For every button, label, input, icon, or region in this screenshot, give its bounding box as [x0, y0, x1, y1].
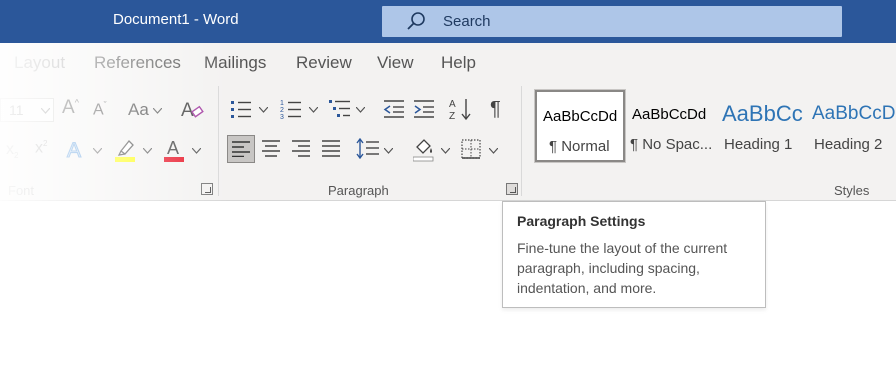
show-formatting-marks-icon[interactable]: ¶: [490, 99, 501, 119]
chevron-down-icon: [153, 108, 162, 114]
style-preview: AaBbCcDd: [632, 106, 707, 123]
tab-layout[interactable]: Layout: [14, 53, 65, 73]
tab-references[interactable]: References: [94, 53, 181, 73]
styles-group-label: Styles: [834, 183, 870, 198]
svg-text:Z: Z: [449, 111, 455, 121]
style-caption: ¶ Normal: [549, 138, 610, 155]
bullets-icon[interactable]: [230, 99, 252, 119]
svg-text:2: 2: [280, 107, 284, 114]
group-divider: [521, 86, 522, 196]
style-heading-2[interactable]: AaBbCcD Heading 2: [806, 90, 896, 162]
style-heading-1[interactable]: AaBbCc Heading 1: [716, 90, 806, 162]
tab-help[interactable]: Help: [441, 53, 476, 73]
font-group-label: Font: [8, 183, 35, 198]
justify-icon[interactable]: [322, 140, 340, 157]
search-label: Search: [443, 13, 491, 30]
style-caption: ¶ No Spac...: [630, 136, 713, 153]
style-caption: Heading 2: [814, 136, 883, 153]
borders-icon[interactable]: [461, 139, 481, 159]
change-case-button[interactable]: Aa: [128, 101, 149, 118]
chevron-down-icon: [259, 107, 268, 113]
font-size-box[interactable]: 11: [0, 98, 54, 122]
chevron-down-icon: [441, 148, 450, 154]
text-effects-icon[interactable]: A: [66, 137, 88, 161]
shrink-font-icon[interactable]: Aˇ: [93, 101, 107, 118]
shading-icon[interactable]: [413, 136, 435, 162]
chevron-down-icon: [192, 148, 201, 154]
clear-formatting-icon[interactable]: A: [181, 98, 205, 120]
numbering-icon[interactable]: 1 2 3: [280, 98, 302, 120]
multilevel-list-icon[interactable]: [329, 98, 351, 120]
decrease-indent-icon[interactable]: [383, 99, 405, 119]
chevron-down-icon: [93, 148, 102, 154]
style-preview: AaBbCcD: [812, 103, 896, 124]
chevron-down-icon: [143, 148, 152, 154]
highlighter-icon[interactable]: [115, 137, 137, 163]
tab-view[interactable]: View: [377, 53, 414, 73]
tab-mailings[interactable]: Mailings: [204, 53, 266, 73]
align-right-icon[interactable]: [292, 140, 310, 157]
line-spacing-icon[interactable]: [356, 138, 380, 159]
chevron-down-icon: [489, 148, 498, 154]
align-left-button[interactable]: [227, 135, 255, 163]
svg-text:A: A: [167, 138, 179, 158]
tab-review[interactable]: Review: [296, 53, 352, 73]
align-left-icon: [232, 141, 250, 157]
tooltip-body: Fine-tune the layout of the current para…: [517, 240, 728, 296]
subscript-icon[interactable]: x2: [6, 142, 18, 160]
svg-text:3: 3: [280, 114, 284, 120]
font-color-icon[interactable]: A: [164, 137, 186, 163]
style-normal[interactable]: AaBbCcDd ¶ Normal: [534, 89, 626, 163]
style-caption: Heading 1: [724, 136, 793, 153]
style-no-spacing[interactable]: AaBbCcDd ¶ No Spac...: [626, 90, 716, 162]
document-title: Document1 - Word: [113, 11, 239, 28]
styles-gallery: AaBbCcDd ¶ Normal AaBbCcDd ¶ No Spac... …: [533, 89, 896, 163]
style-preview: AaBbCcDd: [543, 108, 618, 125]
title-bar: Document1 - Word Search: [0, 0, 896, 43]
align-center-icon[interactable]: [262, 140, 280, 157]
chevron-down-icon: [384, 148, 393, 154]
font-size-value: 11: [9, 102, 24, 118]
chevron-down-icon: [356, 107, 365, 113]
search-icon: [407, 12, 425, 30]
increase-indent-icon[interactable]: [413, 99, 435, 119]
svg-text:A: A: [67, 139, 81, 161]
tooltip-title: Paragraph Settings: [517, 213, 646, 229]
svg-text:1: 1: [280, 100, 284, 107]
group-divider: [218, 86, 219, 196]
ribbon-tabs: Layout References Mailings Review View H…: [0, 43, 896, 82]
grow-font-icon[interactable]: A^: [62, 98, 79, 117]
chevron-down-icon: [41, 108, 50, 114]
paragraph-settings-launcher[interactable]: [506, 183, 518, 195]
sort-icon[interactable]: A Z: [449, 97, 473, 121]
svg-text:A: A: [449, 99, 456, 110]
chevron-down-icon: [309, 107, 318, 113]
svg-text:A: A: [181, 100, 194, 120]
paragraph-group-label: Paragraph: [328, 183, 389, 198]
font-dialog-launcher[interactable]: [201, 183, 213, 195]
superscript-icon[interactable]: x2: [35, 140, 47, 156]
search-box[interactable]: Search: [382, 6, 842, 37]
style-preview: AaBbCc: [722, 101, 803, 126]
ribbon: 11 A^ Aˇ Aa A x2 x2 A A Font 1 2 3 A Z ¶…: [0, 82, 896, 201]
paragraph-settings-tooltip: Paragraph Settings Fine-tune the layout …: [502, 201, 766, 308]
